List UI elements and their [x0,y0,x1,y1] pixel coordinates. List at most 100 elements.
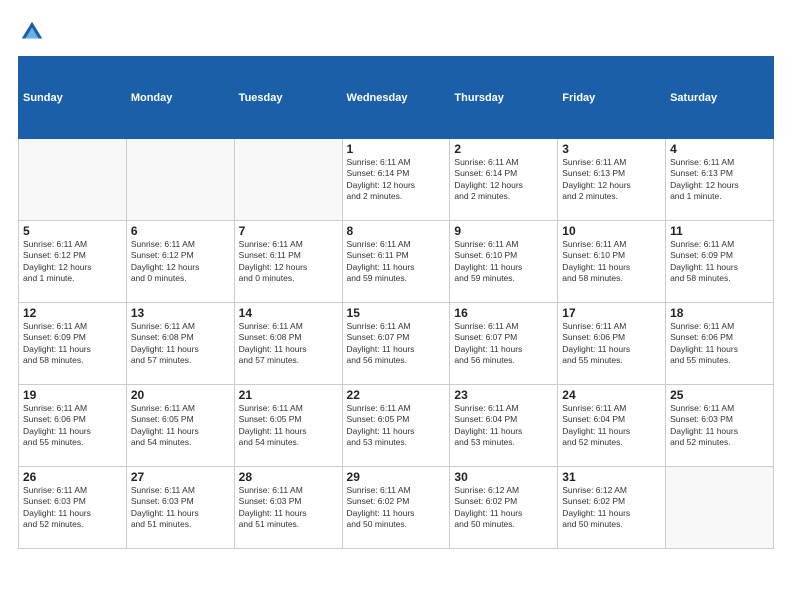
day-number: 23 [454,388,553,402]
day-info: Sunrise: 6:11 AM Sunset: 6:07 PM Dayligh… [347,321,446,367]
day-info: Sunrise: 6:11 AM Sunset: 6:04 PM Dayligh… [454,403,553,449]
day-number: 2 [454,142,553,156]
calendar-cell: 20Sunrise: 6:11 AM Sunset: 6:05 PM Dayli… [126,385,234,467]
day-number: 18 [670,306,769,320]
calendar-cell [234,139,342,221]
calendar-cell: 17Sunrise: 6:11 AM Sunset: 6:06 PM Dayli… [558,303,666,385]
calendar-cell [126,139,234,221]
calendar-cell: 18Sunrise: 6:11 AM Sunset: 6:06 PM Dayli… [666,303,774,385]
day-number: 26 [23,470,122,484]
calendar-cell: 2Sunrise: 6:11 AM Sunset: 6:14 PM Daylig… [450,139,558,221]
calendar-cell: 24Sunrise: 6:11 AM Sunset: 6:04 PM Dayli… [558,385,666,467]
day-info: Sunrise: 6:11 AM Sunset: 6:14 PM Dayligh… [454,157,553,203]
day-info: Sunrise: 6:11 AM Sunset: 6:11 PM Dayligh… [239,239,338,285]
day-number: 14 [239,306,338,320]
day-number: 22 [347,388,446,402]
day-number: 9 [454,224,553,238]
calendar-cell: 29Sunrise: 6:11 AM Sunset: 6:02 PM Dayli… [342,467,450,549]
day-info: Sunrise: 6:11 AM Sunset: 6:05 PM Dayligh… [131,403,230,449]
calendar-cell [19,139,127,221]
day-number: 25 [670,388,769,402]
day-info: Sunrise: 6:11 AM Sunset: 6:09 PM Dayligh… [670,239,769,285]
calendar-cell: 3Sunrise: 6:11 AM Sunset: 6:13 PM Daylig… [558,139,666,221]
calendar-cell: 14Sunrise: 6:11 AM Sunset: 6:08 PM Dayli… [234,303,342,385]
calendar-cell: 31Sunrise: 6:12 AM Sunset: 6:02 PM Dayli… [558,467,666,549]
day-number: 13 [131,306,230,320]
day-info: Sunrise: 6:12 AM Sunset: 6:02 PM Dayligh… [562,485,661,531]
day-number: 8 [347,224,446,238]
weekday-header-thursday: Thursday [450,57,558,139]
day-info: Sunrise: 6:11 AM Sunset: 6:06 PM Dayligh… [562,321,661,367]
logo-icon [18,18,46,46]
header [18,18,774,46]
calendar-cell: 23Sunrise: 6:11 AM Sunset: 6:04 PM Dayli… [450,385,558,467]
day-info: Sunrise: 6:11 AM Sunset: 6:09 PM Dayligh… [23,321,122,367]
day-info: Sunrise: 6:11 AM Sunset: 6:10 PM Dayligh… [562,239,661,285]
day-info: Sunrise: 6:11 AM Sunset: 6:03 PM Dayligh… [23,485,122,531]
day-number: 21 [239,388,338,402]
day-info: Sunrise: 6:11 AM Sunset: 6:06 PM Dayligh… [670,321,769,367]
calendar-week-2: 5Sunrise: 6:11 AM Sunset: 6:12 PM Daylig… [19,221,774,303]
calendar-cell: 22Sunrise: 6:11 AM Sunset: 6:05 PM Dayli… [342,385,450,467]
day-number: 27 [131,470,230,484]
calendar-cell: 13Sunrise: 6:11 AM Sunset: 6:08 PM Dayli… [126,303,234,385]
calendar-cell: 6Sunrise: 6:11 AM Sunset: 6:12 PM Daylig… [126,221,234,303]
calendar-cell: 7Sunrise: 6:11 AM Sunset: 6:11 PM Daylig… [234,221,342,303]
day-number: 11 [670,224,769,238]
calendar-cell: 11Sunrise: 6:11 AM Sunset: 6:09 PM Dayli… [666,221,774,303]
day-number: 5 [23,224,122,238]
calendar-cell: 4Sunrise: 6:11 AM Sunset: 6:13 PM Daylig… [666,139,774,221]
day-info: Sunrise: 6:11 AM Sunset: 6:14 PM Dayligh… [347,157,446,203]
calendar-week-1: 1Sunrise: 6:11 AM Sunset: 6:14 PM Daylig… [19,139,774,221]
day-info: Sunrise: 6:11 AM Sunset: 6:08 PM Dayligh… [131,321,230,367]
day-number: 3 [562,142,661,156]
calendar-week-3: 12Sunrise: 6:11 AM Sunset: 6:09 PM Dayli… [19,303,774,385]
day-number: 10 [562,224,661,238]
calendar: SundayMondayTuesdayWednesdayThursdayFrid… [18,56,774,549]
calendar-cell: 9Sunrise: 6:11 AM Sunset: 6:10 PM Daylig… [450,221,558,303]
weekday-header-tuesday: Tuesday [234,57,342,139]
calendar-cell: 28Sunrise: 6:11 AM Sunset: 6:03 PM Dayli… [234,467,342,549]
day-info: Sunrise: 6:11 AM Sunset: 6:02 PM Dayligh… [347,485,446,531]
day-number: 17 [562,306,661,320]
day-info: Sunrise: 6:11 AM Sunset: 6:03 PM Dayligh… [131,485,230,531]
day-number: 12 [23,306,122,320]
day-info: Sunrise: 6:11 AM Sunset: 6:06 PM Dayligh… [23,403,122,449]
day-number: 7 [239,224,338,238]
weekday-header-friday: Friday [558,57,666,139]
day-info: Sunrise: 6:11 AM Sunset: 6:08 PM Dayligh… [239,321,338,367]
calendar-cell: 15Sunrise: 6:11 AM Sunset: 6:07 PM Dayli… [342,303,450,385]
calendar-cell: 30Sunrise: 6:12 AM Sunset: 6:02 PM Dayli… [450,467,558,549]
calendar-cell: 8Sunrise: 6:11 AM Sunset: 6:11 PM Daylig… [342,221,450,303]
day-info: Sunrise: 6:11 AM Sunset: 6:05 PM Dayligh… [239,403,338,449]
day-number: 24 [562,388,661,402]
calendar-cell: 26Sunrise: 6:11 AM Sunset: 6:03 PM Dayli… [19,467,127,549]
day-number: 31 [562,470,661,484]
day-info: Sunrise: 6:11 AM Sunset: 6:10 PM Dayligh… [454,239,553,285]
day-info: Sunrise: 6:11 AM Sunset: 6:04 PM Dayligh… [562,403,661,449]
weekday-header-sunday: Sunday [19,57,127,139]
day-number: 6 [131,224,230,238]
page: SundayMondayTuesdayWednesdayThursdayFrid… [0,0,792,612]
calendar-cell: 10Sunrise: 6:11 AM Sunset: 6:10 PM Dayli… [558,221,666,303]
calendar-week-5: 26Sunrise: 6:11 AM Sunset: 6:03 PM Dayli… [19,467,774,549]
day-info: Sunrise: 6:11 AM Sunset: 6:13 PM Dayligh… [670,157,769,203]
calendar-cell: 16Sunrise: 6:11 AM Sunset: 6:07 PM Dayli… [450,303,558,385]
day-number: 1 [347,142,446,156]
day-number: 30 [454,470,553,484]
day-info: Sunrise: 6:11 AM Sunset: 6:07 PM Dayligh… [454,321,553,367]
calendar-cell: 12Sunrise: 6:11 AM Sunset: 6:09 PM Dayli… [19,303,127,385]
day-number: 29 [347,470,446,484]
day-number: 28 [239,470,338,484]
calendar-cell: 25Sunrise: 6:11 AM Sunset: 6:03 PM Dayli… [666,385,774,467]
day-number: 19 [23,388,122,402]
weekday-header-monday: Monday [126,57,234,139]
calendar-cell: 1Sunrise: 6:11 AM Sunset: 6:14 PM Daylig… [342,139,450,221]
calendar-cell [666,467,774,549]
calendar-cell: 21Sunrise: 6:11 AM Sunset: 6:05 PM Dayli… [234,385,342,467]
day-info: Sunrise: 6:11 AM Sunset: 6:03 PM Dayligh… [670,403,769,449]
calendar-week-4: 19Sunrise: 6:11 AM Sunset: 6:06 PM Dayli… [19,385,774,467]
calendar-cell: 27Sunrise: 6:11 AM Sunset: 6:03 PM Dayli… [126,467,234,549]
day-info: Sunrise: 6:11 AM Sunset: 6:11 PM Dayligh… [347,239,446,285]
weekday-header-saturday: Saturday [666,57,774,139]
